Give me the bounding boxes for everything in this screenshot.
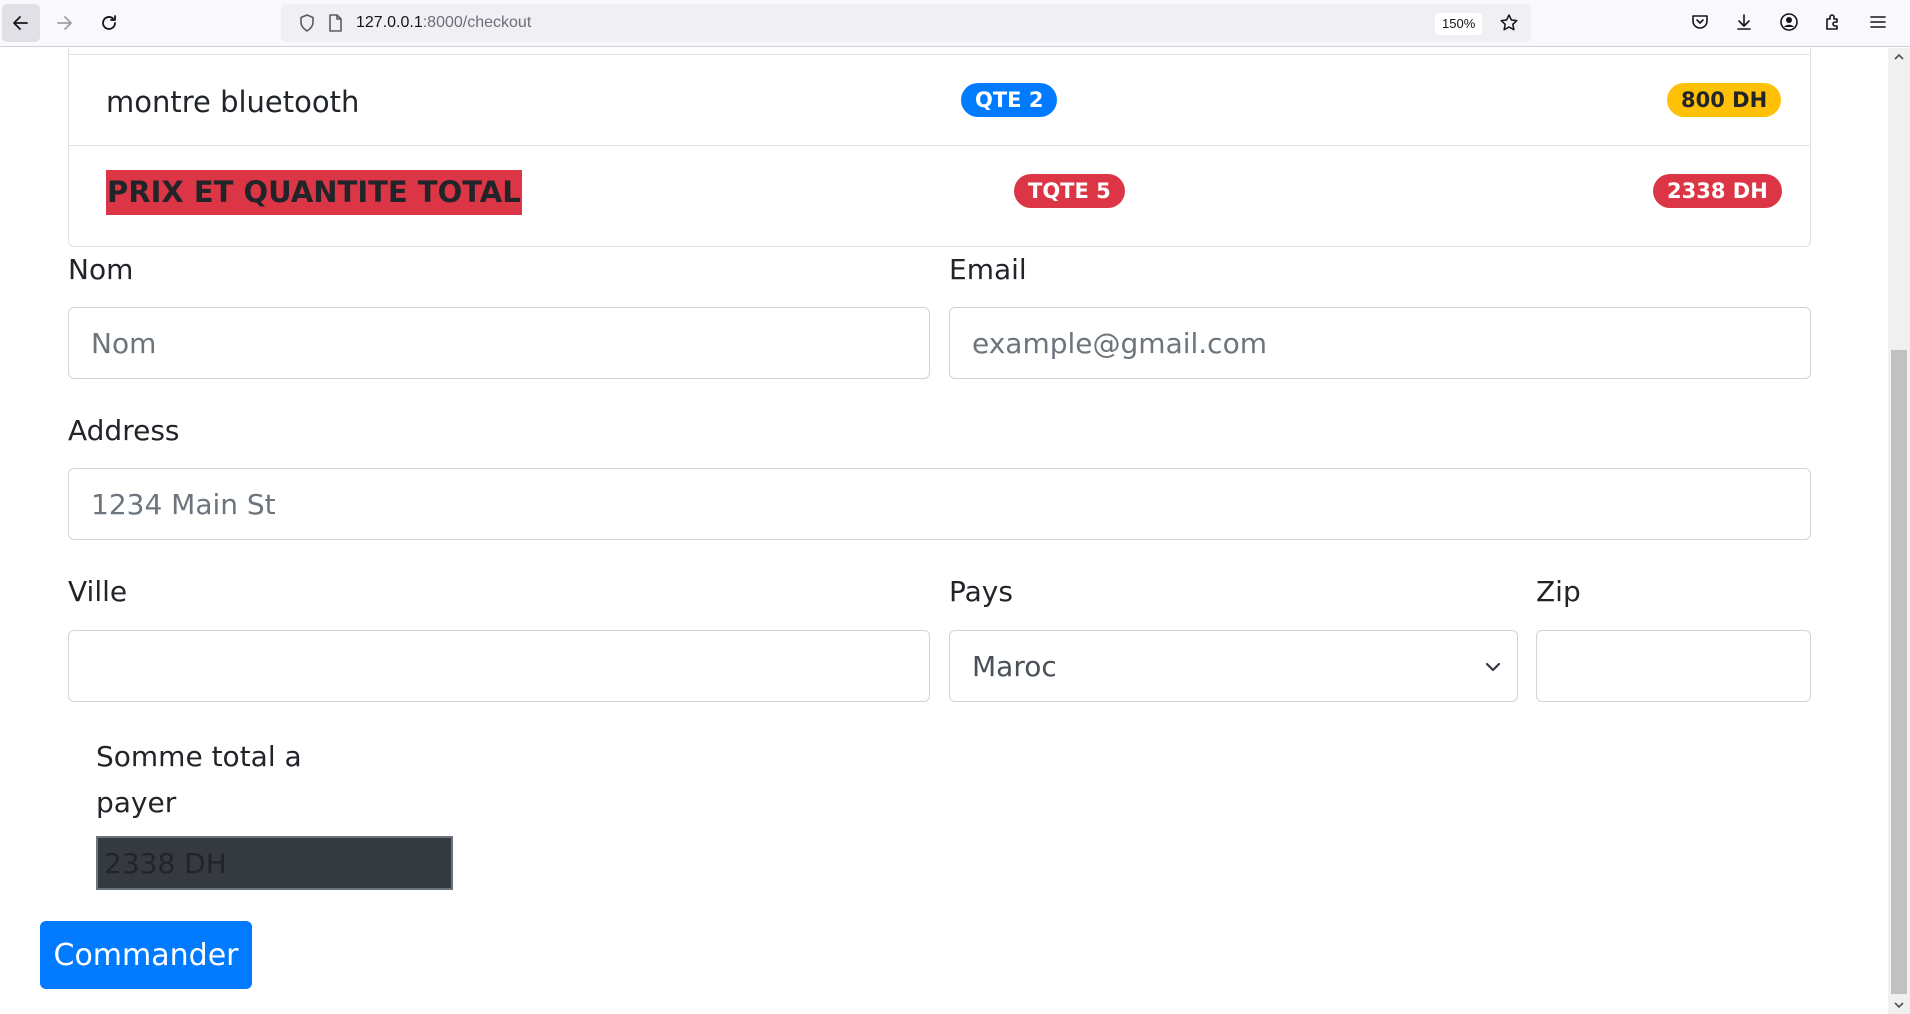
zip-label: Zip <box>1536 575 1581 608</box>
ville-input[interactable] <box>68 630 930 702</box>
price-badge: 800 DH <box>1667 83 1782 117</box>
nom-label: Nom <box>68 253 134 286</box>
item-name: montre bluetooth <box>106 85 360 119</box>
extensions-icon[interactable] <box>1822 11 1844 33</box>
browser-toolbar: 127.0.0.1:8000/checkout 150% <box>0 0 1910 47</box>
url-text[interactable]: 127.0.0.1:8000/checkout <box>356 14 531 32</box>
zip-input[interactable] <box>1536 630 1811 702</box>
scroll-up-icon[interactable] <box>1892 50 1906 64</box>
pays-select[interactable]: Maroc <box>949 630 1518 702</box>
vertical-scrollbar[interactable] <box>1888 48 1910 1014</box>
total-label: PRIX ET QUANTITE TOTAL <box>106 170 522 215</box>
account-icon[interactable] <box>1778 11 1800 33</box>
page-icon[interactable] <box>325 13 345 33</box>
pays-selected-value: Maroc <box>972 649 1057 683</box>
url-host: 127.0.0.1 <box>356 14 423 31</box>
cart-list: montre bluetooth QTE 2 800 DH PRIX ET QU… <box>68 48 1811 247</box>
url-bar[interactable]: 127.0.0.1:8000/checkout 150% <box>281 4 1531 42</box>
email-label: Email <box>949 253 1027 286</box>
cart-total-row: PRIX ET QUANTITE TOTAL TQTE 5 2338 DH <box>69 146 1810 236</box>
sum-input[interactable] <box>96 836 453 890</box>
email-input[interactable] <box>949 307 1811 379</box>
pocket-icon[interactable] <box>1689 11 1711 33</box>
chevron-down-icon <box>1485 662 1501 672</box>
reload-button[interactable] <box>90 4 128 42</box>
url-path: :8000/checkout <box>422 14 532 31</box>
address-label: Address <box>68 414 180 447</box>
star-icon[interactable] <box>1499 13 1519 33</box>
scroll-thumb[interactable] <box>1891 350 1907 994</box>
nom-input[interactable] <box>68 307 930 379</box>
zoom-level-button[interactable]: 150% <box>1435 13 1483 35</box>
address-input[interactable] <box>68 468 1811 540</box>
total-quantity-badge: TQTE 5 <box>1014 174 1125 208</box>
ville-label: Ville <box>68 575 128 608</box>
reload-icon <box>102 15 116 30</box>
commander-button[interactable]: Commander <box>40 921 252 989</box>
page-content: montre bluetooth QTE 2 800 DH PRIX ET QU… <box>0 48 1888 1014</box>
forward-icon <box>57 16 72 30</box>
back-button[interactable] <box>2 4 40 42</box>
sum-label: Somme total a payer <box>96 740 302 819</box>
download-icon[interactable] <box>1733 11 1755 33</box>
pays-label: Pays <box>949 575 1013 608</box>
shield-icon[interactable] <box>297 13 317 33</box>
total-price-badge: 2338 DH <box>1653 174 1782 208</box>
forward-button[interactable] <box>45 4 83 42</box>
quantity-badge: QTE 2 <box>961 83 1058 117</box>
back-icon <box>13 16 28 30</box>
menu-icon[interactable] <box>1867 11 1889 33</box>
cart-item: montre bluetooth QTE 2 800 DH <box>69 55 1810 146</box>
scroll-down-icon[interactable] <box>1892 998 1906 1012</box>
